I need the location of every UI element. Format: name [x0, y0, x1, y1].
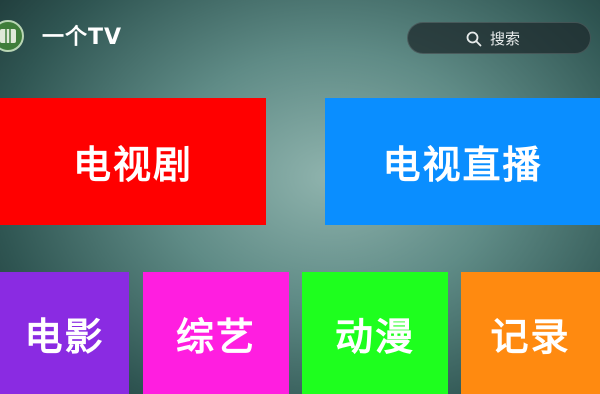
tile-movies[interactable]: 电影: [0, 272, 129, 394]
tile-tv-series[interactable]: 电视剧: [0, 98, 266, 225]
search-button[interactable]: 搜索: [407, 22, 591, 54]
tile-anime[interactable]: 动漫: [302, 272, 448, 394]
tile-documentary[interactable]: 记录: [461, 272, 600, 394]
tile-anime-label: 动漫: [334, 314, 415, 359]
tile-variety-label: 综艺: [175, 314, 256, 359]
tile-documentary-label: 记录: [490, 314, 571, 359]
tile-live-tv[interactable]: 电视直播: [325, 98, 600, 225]
search-icon: [466, 31, 482, 51]
app-title: 一个TV: [42, 25, 123, 50]
tile-live-tv-label: 电视直播: [382, 143, 543, 187]
tile-tv-series-label: 电视剧: [72, 143, 193, 187]
search-label: 搜索: [490, 29, 521, 48]
tile-movies-label: 电影: [24, 314, 105, 359]
app-logo-icon: [0, 20, 24, 52]
tile-variety[interactable]: 综艺: [143, 272, 289, 394]
